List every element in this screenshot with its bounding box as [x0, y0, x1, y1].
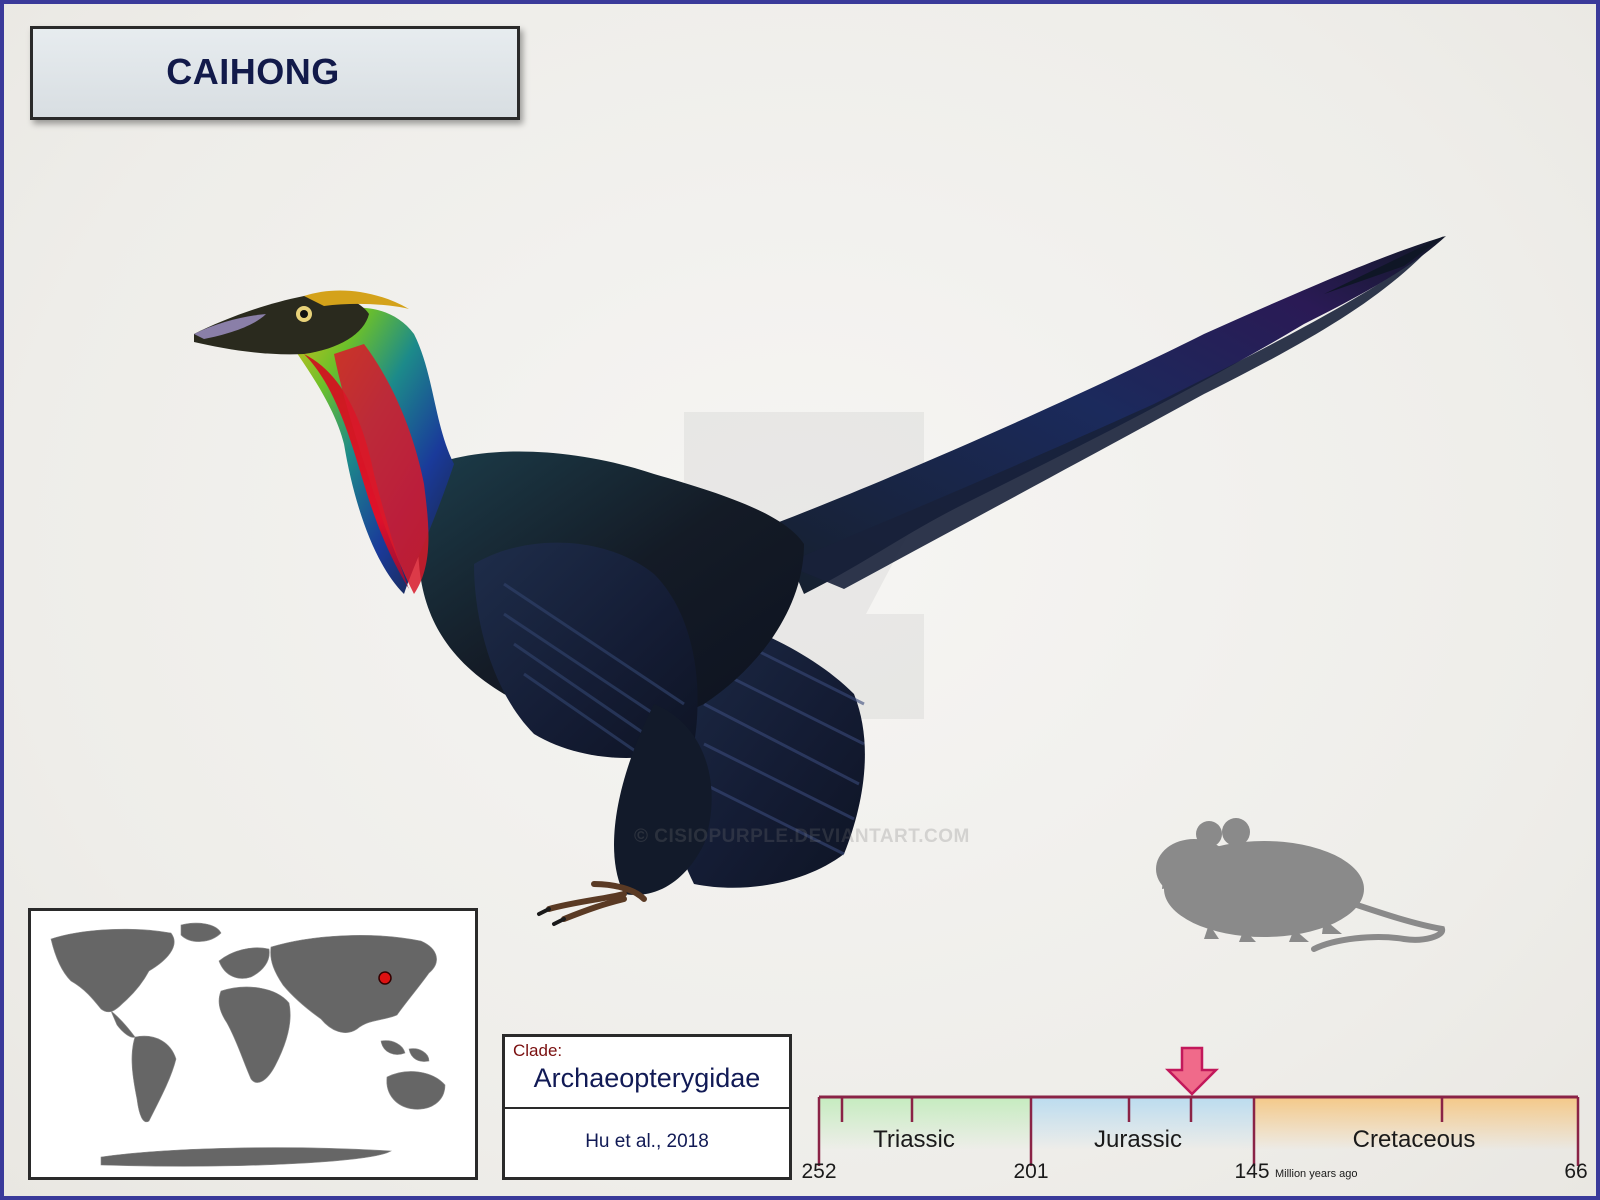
- tick-label-145: 145: [1234, 1160, 1269, 1183]
- period-label-jurassic: Jurassic: [1094, 1126, 1182, 1153]
- period-label-triassic: Triassic: [873, 1126, 955, 1153]
- tick-label-252: 252: [801, 1160, 836, 1183]
- period-label-cretaceous: Cretaceous: [1353, 1126, 1476, 1153]
- tick-label-201: 201: [1013, 1160, 1048, 1183]
- age-marker-arrow-icon: [1164, 1046, 1220, 1096]
- timeline-unit-label: Million years ago: [1275, 1168, 1358, 1180]
- tick-label-66: 66: [1564, 1160, 1587, 1183]
- geologic-timeline: Triassic Jurassic Cretaceous 252 201 145…: [801, 1046, 1588, 1183]
- infographic-frame: CAIHONG © CISIOPURPLE.DEVIANTART.COM Cla…: [0, 0, 1600, 1200]
